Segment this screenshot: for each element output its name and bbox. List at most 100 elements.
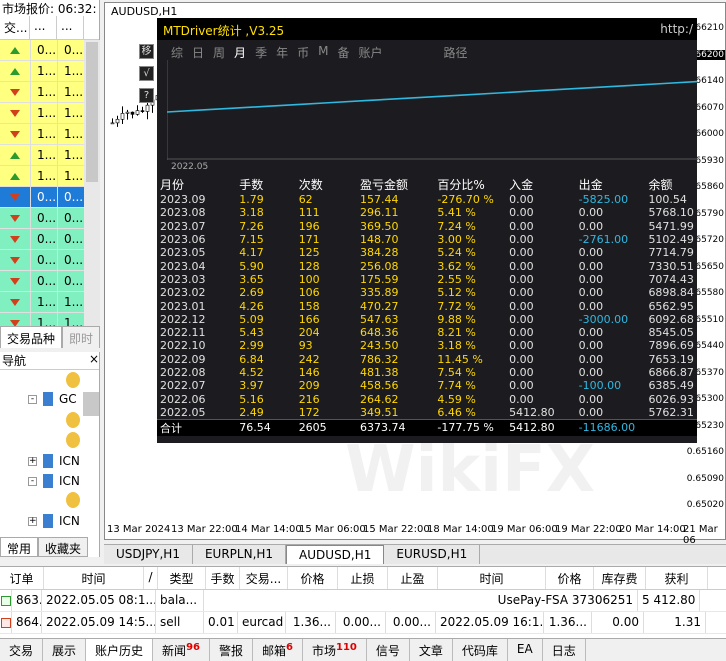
ask-cell: 0...: [57, 40, 84, 60]
stats-tab[interactable]: 年: [276, 44, 288, 61]
stats-cell: 5412.80: [509, 405, 555, 419]
stats-cell: 3.65: [239, 272, 264, 286]
terminal-tab[interactable]: 新闻96: [153, 639, 210, 661]
stats-total-cell: 5412.80: [506, 418, 576, 436]
terminal-tab[interactable]: 代码库: [453, 639, 508, 661]
stats-cell: 3.18: [239, 206, 264, 220]
ask-cell: 0...: [57, 271, 84, 291]
tab-symbols[interactable]: 交易品种: [0, 326, 62, 348]
stats-cell: 2.99: [239, 339, 264, 353]
terminal-cell: 864...: [12, 612, 42, 633]
chart-tab[interactable]: EURUSD,H1: [384, 545, 481, 564]
terminal-tab[interactable]: 日志: [543, 639, 586, 661]
stats-cell: 0.00: [578, 219, 604, 233]
navigator-scrollbar[interactable]: [83, 392, 99, 416]
stats-total-cell: -11686.00: [575, 418, 646, 436]
stats-col-header: 手数: [239, 178, 264, 192]
stats-cell: 0.00: [578, 326, 604, 340]
terminal-tab[interactable]: EA: [508, 639, 543, 661]
terminal-tab[interactable]: 警报: [210, 639, 253, 661]
terminal-col-header[interactable]: 订单: [0, 567, 44, 589]
stats-cell: 0.00: [578, 352, 604, 366]
terminal-tab[interactable]: 文章: [410, 639, 453, 661]
terminal-col-header[interactable]: 时间: [44, 567, 144, 589]
col-ask[interactable]: ...: [57, 16, 84, 39]
terminal-cell: 0.00...: [386, 612, 436, 633]
stats-cell: 146: [298, 366, 320, 379]
terminal-col-header[interactable]: 价格: [546, 567, 594, 589]
terminal-tab[interactable]: 展示: [43, 639, 87, 661]
nav-item[interactable]: - GC: [28, 392, 77, 406]
stats-cell: 2023.03: [160, 272, 206, 286]
stats-tab[interactable]: 月: [234, 44, 246, 61]
terminal-tab[interactable]: 账户历史: [86, 639, 154, 661]
tab-ticks[interactable]: 即时: [62, 326, 100, 348]
stats-row: 2022.05 2.49 172 349.51 6.46 % 5412.80 0.00 576…: [157, 406, 697, 420]
stats-tab[interactable]: 季: [255, 44, 267, 61]
terminal-col-header[interactable]: 获利: [646, 567, 708, 589]
stats-cell: 8545.05: [648, 326, 694, 340]
server-icon: [43, 474, 53, 488]
stats-url[interactable]: http:/: [660, 22, 693, 36]
tab-favorites[interactable]: 收藏夹: [38, 537, 89, 557]
stats-cell: -276.70 %: [437, 193, 494, 207]
stats-cell: 0.00: [509, 272, 534, 286]
close-icon[interactable]: ×: [89, 352, 99, 369]
terminal-comment: UsePay-FSA 37306251: [204, 590, 638, 611]
stats-cell: 6385.49: [648, 379, 694, 393]
terminal-row[interactable]: 863...2022.05.05 08:1...bala...UsePay-FS…: [0, 590, 726, 612]
stats-cell: 9.88 %: [437, 312, 476, 326]
candle: [130, 111, 135, 115]
chart-tab[interactable]: USDJPY,H1: [104, 545, 193, 564]
chart-tab[interactable]: AUDUSD,H1: [286, 545, 385, 564]
check-button[interactable]: √: [139, 66, 154, 81]
market-watch-tabs: 交易品种 即时: [0, 326, 100, 348]
terminal-col-header[interactable]: 价格: [288, 567, 338, 589]
terminal-col-header[interactable]: 库存费: [594, 567, 646, 589]
stats-tab[interactable]: 综: [171, 44, 183, 61]
nav-item[interactable]: + ICN: [28, 514, 80, 528]
terminal-col-header[interactable]: 时间: [438, 567, 546, 589]
stats-tab[interactable]: 账户: [358, 44, 382, 61]
terminal-tab-label: 日志: [551, 644, 576, 658]
stats-tab[interactable]: 周: [213, 44, 225, 61]
stats-cell: 0.00: [578, 366, 604, 379]
bid-cell: 0...: [30, 208, 57, 228]
terminal-tab[interactable]: 市场110: [303, 639, 367, 661]
terminal-col-header[interactable]: 手数: [206, 567, 240, 589]
terminal-col-header[interactable]: 止损: [338, 567, 388, 589]
help-button[interactable]: ?: [139, 88, 154, 103]
stats-cell: 5.41 %: [437, 206, 476, 220]
tab-common[interactable]: 常用: [0, 537, 39, 557]
stats-tab[interactable]: 备: [337, 44, 349, 61]
stats-tab[interactable]: 路径: [444, 44, 468, 61]
terminal-col-header[interactable]: 类型: [158, 567, 206, 589]
terminal-tab[interactable]: 信号: [367, 639, 410, 661]
stats-cell: 296.11: [359, 206, 399, 220]
nav-item[interactable]: + ICN: [28, 454, 80, 468]
market-watch-scrollbar[interactable]: [84, 40, 100, 340]
chart-tab[interactable]: EURPLN,H1: [193, 545, 287, 564]
stats-col-header: 百分比%: [437, 178, 485, 192]
stats-tab[interactable]: M: [318, 44, 328, 61]
market-watch-header: 交... ... ...: [0, 16, 99, 40]
stats-cell: 786.32: [359, 352, 399, 366]
stats-cell: 0.00: [509, 366, 534, 379]
stats-tab[interactable]: 币: [297, 44, 309, 61]
stats-tab[interactable]: 日: [192, 44, 204, 61]
col-bid[interactable]: ...: [30, 16, 57, 39]
terminal-header: 订单 时间 / 类型 手数 交易... 价格 止损 止盈 时间 价格 库存费 获利: [0, 567, 726, 590]
time-tick: 21 Mar 06: [683, 524, 718, 546]
terminal-row[interactable]: 864...2022.05.09 14:5...sell0.01eurcad1.…: [0, 612, 726, 634]
terminal-col-header[interactable]: /: [144, 567, 158, 589]
move-button[interactable]: 移: [139, 44, 154, 59]
nav-item[interactable]: - ICN: [28, 474, 80, 488]
terminal-col-header[interactable]: 止盈: [388, 567, 438, 589]
stats-cell: 128: [298, 259, 320, 273]
col-symbol[interactable]: 交...: [0, 16, 30, 39]
terminal-tab[interactable]: 邮箱6: [253, 639, 303, 661]
terminal-tab[interactable]: 交易: [0, 639, 44, 661]
terminal-col-header[interactable]: 交易...: [240, 567, 288, 589]
stats-cell: 2022.09: [160, 352, 206, 366]
terminal-tab-label: 交易: [9, 644, 34, 658]
